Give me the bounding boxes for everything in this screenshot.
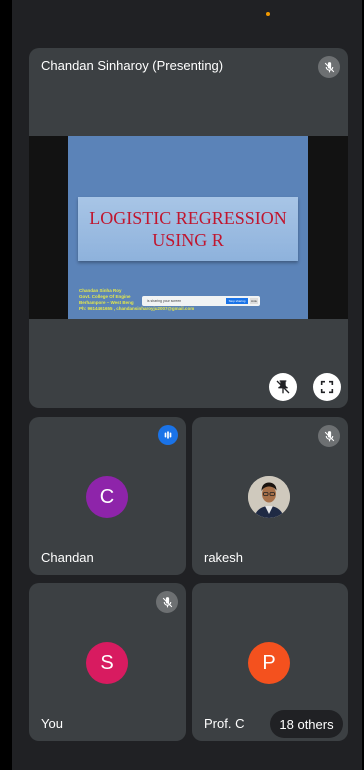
participant-tile-chandan[interactable]: C Chandan: [29, 417, 186, 575]
presentation-slide: LOGISTIC REGRESSION USING R Chandan Sinh…: [68, 136, 308, 319]
participant-name: Chandan: [41, 550, 94, 565]
mic-off-icon: [318, 56, 340, 78]
pin-off-icon: [276, 380, 290, 394]
fullscreen-icon: [320, 380, 334, 394]
mic-off-icon: [156, 591, 178, 613]
participant-name: You: [41, 716, 63, 731]
toast-stop-button: Stop sharing: [226, 298, 248, 304]
slide-title-line2: USING R: [152, 230, 224, 250]
presenter-name: Chandan Sinharoy (Presenting): [41, 58, 224, 73]
avatar: P: [248, 642, 290, 684]
unpin-button[interactable]: [269, 373, 297, 401]
shared-screen: LOGISTIC REGRESSION USING R Chandan Sinh…: [29, 136, 348, 319]
fullscreen-button[interactable]: [313, 373, 341, 401]
participant-tile-rakesh[interactable]: rakesh: [192, 417, 348, 575]
slide-title-banner: LOGISTIC REGRESSION USING R: [78, 197, 298, 261]
others-count-button[interactable]: 18 others: [270, 710, 343, 738]
mic-off-icon: [318, 425, 340, 447]
participant-name: rakesh: [204, 550, 244, 565]
avatar: S: [86, 642, 128, 684]
slide-title-line1: LOGISTIC REGRESSION: [89, 208, 287, 228]
slide-info-line: Ph: 9614461655 , chandansinharoyju2007@g…: [79, 306, 195, 311]
participant-name: Prof. C: [204, 716, 245, 731]
profile-photo: [248, 476, 290, 518]
camera-indicator-dot: [266, 12, 270, 16]
toast-hide-button: Hide: [250, 298, 258, 304]
toast-text: is sharing your screen: [147, 299, 182, 303]
presentation-tile[interactable]: Chandan Sinharoy (Presenting) LOGISTIC R…: [29, 48, 348, 408]
speaking-indicator-icon: [158, 425, 178, 445]
avatar: C: [86, 476, 128, 518]
participant-tile-you[interactable]: S You: [29, 583, 186, 741]
screen-share-toast: is sharing your screen Stop sharing Hide: [142, 296, 260, 306]
left-edge: [0, 0, 12, 770]
